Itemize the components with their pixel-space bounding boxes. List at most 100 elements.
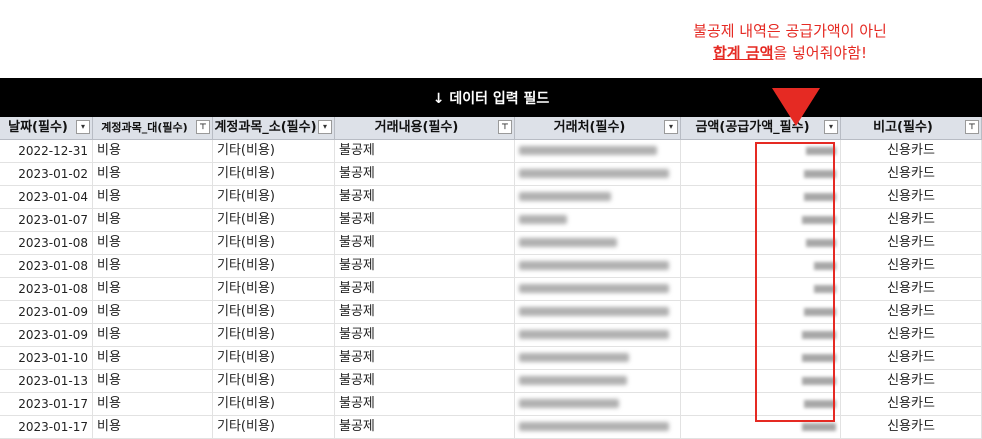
cell-category-sub[interactable]: 기타(비용) <box>213 301 335 323</box>
cell-category-sub[interactable]: 기타(비용) <box>213 163 335 185</box>
annotation-emphasis: 합계 금액 <box>712 44 774 62</box>
cell-vendor-redacted[interactable] <box>515 370 681 392</box>
cell-category-main[interactable]: 비용 <box>93 347 213 369</box>
filter-dropdown-icon[interactable]: ▾ <box>824 120 838 134</box>
redacted-text <box>519 169 669 178</box>
cell-category-main[interactable]: 비용 <box>93 278 213 300</box>
cell-date[interactable]: 2023-01-02 <box>0 163 93 185</box>
filter-dropdown-icon[interactable]: ▾ <box>76 120 90 134</box>
cell-note[interactable]: 신용카드 <box>841 278 982 300</box>
cell-note[interactable]: 신용카드 <box>841 370 982 392</box>
cell-category-sub[interactable]: 기타(비용) <box>213 232 335 254</box>
cell-category-main[interactable]: 비용 <box>93 393 213 415</box>
cell-vendor-redacted[interactable] <box>515 278 681 300</box>
cell-category-main[interactable]: 비용 <box>93 324 213 346</box>
cell-date[interactable]: 2023-01-08 <box>0 232 93 254</box>
cell-category-main[interactable]: 비용 <box>93 232 213 254</box>
cell-description[interactable]: 불공제 <box>335 232 515 254</box>
filter-active-icon[interactable]: ⊤ <box>965 120 979 134</box>
cell-category-sub[interactable]: 기타(비용) <box>213 324 335 346</box>
cell-description[interactable]: 불공제 <box>335 186 515 208</box>
cell-vendor-redacted[interactable] <box>515 209 681 231</box>
cell-date[interactable]: 2023-01-09 <box>0 301 93 323</box>
cell-category-sub[interactable]: 기타(비용) <box>213 255 335 277</box>
cell-vendor-redacted[interactable] <box>515 186 681 208</box>
cell-vendor-redacted[interactable] <box>515 324 681 346</box>
cell-description[interactable]: 불공제 <box>335 416 515 438</box>
cell-category-sub[interactable]: 기타(비용) <box>213 347 335 369</box>
header-row: 날짜(필수) ▾ 계정과목_대(필수) ⊤ 계정과목_소(필수) ▾ 거래내용(… <box>0 117 982 140</box>
cell-vendor-redacted[interactable] <box>515 255 681 277</box>
filter-dropdown-icon[interactable]: ▾ <box>664 120 678 134</box>
cell-vendor-redacted[interactable] <box>515 301 681 323</box>
redacted-text <box>519 238 617 247</box>
cell-date[interactable]: 2023-01-17 <box>0 393 93 415</box>
cell-note[interactable]: 신용카드 <box>841 140 982 162</box>
cell-category-sub[interactable]: 기타(비용) <box>213 209 335 231</box>
cell-note[interactable]: 신용카드 <box>841 347 982 369</box>
cell-date[interactable]: 2023-01-07 <box>0 209 93 231</box>
column-header-date[interactable]: 날짜(필수) ▾ <box>0 117 93 139</box>
cell-vendor-redacted[interactable] <box>515 416 681 438</box>
cell-date[interactable]: 2023-01-13 <box>0 370 93 392</box>
amount-highlight-box <box>755 142 835 422</box>
cell-category-main[interactable]: 비용 <box>93 186 213 208</box>
cell-description[interactable]: 불공제 <box>335 140 515 162</box>
column-header-vendor[interactable]: 거래처(필수) ▾ <box>515 117 681 139</box>
column-header-category-main[interactable]: 계정과목_대(필수) ⊤ <box>93 117 213 139</box>
cell-date[interactable]: 2023-01-08 <box>0 278 93 300</box>
cell-category-main[interactable]: 비용 <box>93 301 213 323</box>
cell-note[interactable]: 신용카드 <box>841 416 982 438</box>
cell-category-main[interactable]: 비용 <box>93 370 213 392</box>
cell-category-sub[interactable]: 기타(비용) <box>213 186 335 208</box>
cell-category-sub[interactable]: 기타(비용) <box>213 140 335 162</box>
cell-vendor-redacted[interactable] <box>515 393 681 415</box>
cell-date[interactable]: 2023-01-09 <box>0 324 93 346</box>
cell-description[interactable]: 불공제 <box>335 209 515 231</box>
cell-note[interactable]: 신용카드 <box>841 186 982 208</box>
cell-category-sub[interactable]: 기타(비용) <box>213 278 335 300</box>
cell-description[interactable]: 불공제 <box>335 347 515 369</box>
cell-category-main[interactable]: 비용 <box>93 140 213 162</box>
cell-category-main[interactable]: 비용 <box>93 416 213 438</box>
cell-note[interactable]: 신용카드 <box>841 393 982 415</box>
cell-note[interactable]: 신용카드 <box>841 209 982 231</box>
cell-vendor-redacted[interactable] <box>515 163 681 185</box>
cell-note[interactable]: 신용카드 <box>841 255 982 277</box>
column-header-label: 비고(필수) <box>873 120 933 135</box>
cell-description[interactable]: 불공제 <box>335 370 515 392</box>
cell-description[interactable]: 불공제 <box>335 255 515 277</box>
filter-dropdown-icon[interactable]: ▾ <box>318 120 332 134</box>
cell-date[interactable]: 2023-01-08 <box>0 255 93 277</box>
redacted-text <box>519 399 619 408</box>
cell-note[interactable]: 신용카드 <box>841 301 982 323</box>
filter-active-icon[interactable]: ⊤ <box>196 120 210 134</box>
cell-vendor-redacted[interactable] <box>515 347 681 369</box>
cell-description[interactable]: 불공제 <box>335 163 515 185</box>
cell-note[interactable]: 신용카드 <box>841 324 982 346</box>
cell-vendor-redacted[interactable] <box>515 140 681 162</box>
cell-category-main[interactable]: 비용 <box>93 255 213 277</box>
cell-note[interactable]: 신용카드 <box>841 232 982 254</box>
cell-description[interactable]: 불공제 <box>335 324 515 346</box>
cell-description[interactable]: 불공제 <box>335 278 515 300</box>
filter-active-icon[interactable]: ⊤ <box>498 120 512 134</box>
column-header-note[interactable]: 비고(필수) ⊤ <box>841 117 982 139</box>
column-header-category-sub[interactable]: 계정과목_소(필수) ▾ <box>213 117 335 139</box>
cell-note[interactable]: 신용카드 <box>841 163 982 185</box>
cell-date[interactable]: 2023-01-04 <box>0 186 93 208</box>
column-header-description[interactable]: 거래내용(필수) ⊤ <box>335 117 515 139</box>
cell-vendor-redacted[interactable] <box>515 232 681 254</box>
cell-category-sub[interactable]: 기타(비용) <box>213 393 335 415</box>
cell-category-main[interactable]: 비용 <box>93 209 213 231</box>
cell-category-sub[interactable]: 기타(비용) <box>213 370 335 392</box>
cell-date[interactable]: 2023-01-17 <box>0 416 93 438</box>
cell-category-sub[interactable]: 기타(비용) <box>213 416 335 438</box>
cell-date[interactable]: 2022-12-31 <box>0 140 93 162</box>
cell-category-main[interactable]: 비용 <box>93 163 213 185</box>
cell-description[interactable]: 불공제 <box>335 393 515 415</box>
cell-date[interactable]: 2023-01-10 <box>0 347 93 369</box>
cell-description[interactable]: 불공제 <box>335 301 515 323</box>
column-header-label: 거래내용(필수) <box>374 120 459 135</box>
arrow-down-icon <box>772 88 820 126</box>
